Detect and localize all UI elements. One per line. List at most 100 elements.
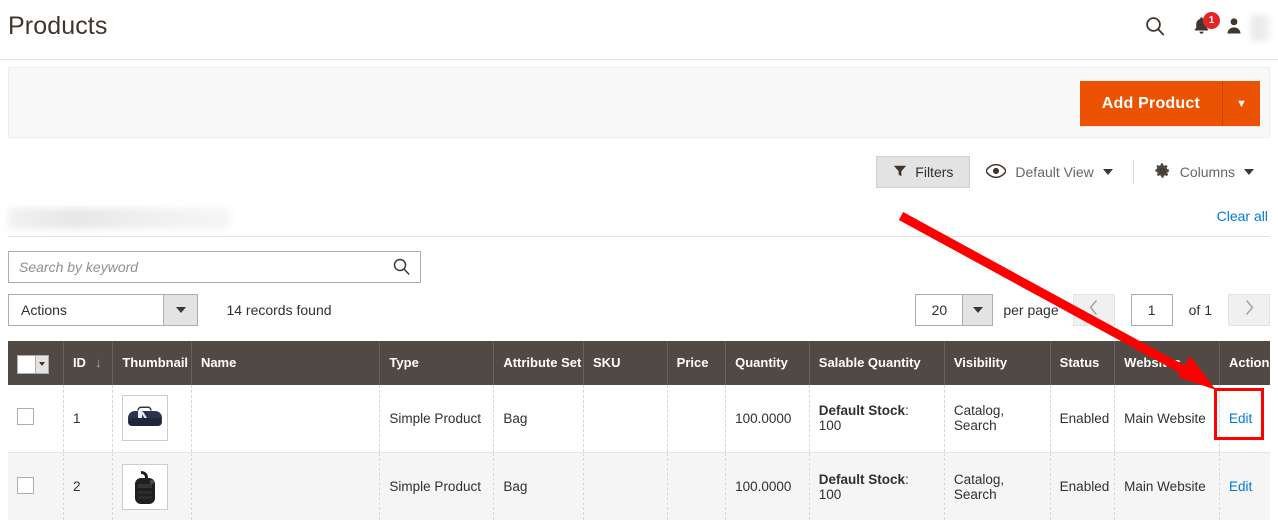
cell-action[interactable]: Edit: [1219, 384, 1270, 453]
notifications-badge: 1: [1203, 12, 1220, 29]
search-submit-button[interactable]: [388, 256, 414, 280]
sort-descending-icon: ↓: [94, 355, 102, 371]
page-header: Products 1: [0, 0, 1278, 60]
header-salable-quantity[interactable]: Salable Quantity: [809, 341, 945, 385]
default-view-label: Default View: [1015, 164, 1094, 180]
header-websites[interactable]: Websites: [1114, 341, 1220, 385]
per-page-label: per page: [1003, 302, 1059, 318]
per-page-value: 20: [931, 302, 948, 318]
salable-stock-label: Default Stock: [818, 471, 906, 487]
add-product-button[interactable]: Add Product: [1079, 81, 1222, 126]
total-pages-label: of 1: [1188, 302, 1212, 318]
header-select-all[interactable]: [8, 341, 64, 385]
chevron-down-icon: ▼: [1236, 97, 1247, 110]
cell-type: Simple Product: [379, 452, 495, 520]
header-actions: 1: [1132, 8, 1270, 48]
per-page-select[interactable]: 20: [915, 294, 994, 326]
header-id[interactable]: ID ↓: [63, 341, 114, 385]
per-page-caret: [962, 295, 993, 325]
caret-down-icon: [972, 307, 983, 313]
add-product-split-button: Add Product ▼: [1079, 81, 1260, 126]
cell-websites: Main Website: [1114, 452, 1220, 520]
products-data-grid: ID ↓ Thumbnail Name Type Attribute Set SK…: [8, 341, 1270, 520]
cell-status: Enabled: [1050, 452, 1116, 520]
table-row[interactable]: 1 Simple Product Bag 100.0000 Default St…: [8, 384, 1270, 453]
header-thumbnail[interactable]: Thumbnail: [112, 341, 192, 385]
header-status[interactable]: Status: [1050, 341, 1116, 385]
chevron-left-icon: [1089, 300, 1098, 320]
select-all-dropdown[interactable]: [17, 354, 49, 374]
funnel-icon: [893, 164, 907, 181]
cell-visibility: Catalog, Search: [944, 384, 1051, 453]
edit-link[interactable]: Edit: [1229, 411, 1252, 426]
row-select-cell[interactable]: [8, 384, 64, 453]
header-attribute-set[interactable]: Attribute Set: [493, 341, 585, 385]
columns-label: Columns: [1179, 164, 1235, 180]
add-product-dropdown-toggle[interactable]: ▼: [1222, 81, 1260, 126]
cell-price: [667, 452, 727, 520]
header-sku[interactable]: SKU: [583, 341, 668, 385]
row-select-cell[interactable]: [8, 452, 64, 520]
cell-price: [667, 384, 727, 453]
current-page-input[interactable]: [1130, 294, 1173, 326]
filters-label: Filters: [915, 164, 954, 180]
active-filters-row: Clear all: [8, 201, 1270, 237]
eye-icon: [985, 163, 1008, 181]
search-icon: [391, 256, 412, 280]
search-icon: [1143, 14, 1167, 43]
previous-page-button[interactable]: [1072, 294, 1115, 326]
header-id-label: ID: [72, 355, 86, 371]
mass-actions-select[interactable]: Actions: [8, 294, 198, 326]
header-name[interactable]: Name: [191, 341, 381, 385]
mass-actions-caret: [163, 295, 197, 325]
cell-salable-quantity: Default Stock: 100: [809, 452, 945, 520]
cell-name: [191, 384, 381, 453]
cell-attribute-set: Bag: [493, 452, 585, 520]
toolbar-divider: [1132, 160, 1134, 184]
header-type[interactable]: Type: [379, 341, 495, 385]
user-name-redacted: [1250, 15, 1270, 41]
grid-toolbar: Filters Default View Columns: [8, 155, 1270, 201]
table-row[interactable]: 2 Simple Product Bag 100.0000 Default St…: [8, 452, 1270, 520]
search-input[interactable]: [9, 252, 420, 282]
row-checkbox[interactable]: [17, 408, 34, 426]
cell-websites: Main Website: [1114, 384, 1220, 453]
global-search-button[interactable]: [1132, 8, 1178, 48]
grid-header-row: ID ↓ Thumbnail Name Type Attribute Set SK…: [8, 341, 1270, 385]
cell-quantity: 100.0000: [725, 384, 810, 453]
row-checkbox[interactable]: [17, 476, 34, 494]
cell-type: Simple Product: [379, 384, 495, 453]
user-menu-button[interactable]: [1224, 8, 1270, 48]
page-title: Products: [8, 12, 108, 40]
next-page-button[interactable]: [1228, 294, 1270, 326]
caret-down-icon: [39, 362, 45, 366]
caret-down-icon: [1244, 169, 1254, 175]
cell-sku: [583, 384, 668, 453]
select-all-caret[interactable]: [35, 355, 48, 373]
grid-toolbar-controls: Filters Default View Columns: [876, 155, 1270, 189]
mass-actions-label: Actions: [21, 302, 67, 318]
header-visibility[interactable]: Visibility: [944, 341, 1051, 385]
cell-salable-quantity: Default Stock: 100: [809, 384, 945, 453]
products-grid-page: Products 1 Add Product ▼ Filters Default…: [0, 0, 1278, 520]
cell-id: 1: [63, 384, 114, 453]
caret-down-icon: [175, 307, 186, 313]
columns-control[interactable]: Columns: [1138, 156, 1270, 188]
clear-all-filters-link[interactable]: Clear all: [1217, 208, 1268, 224]
edit-link[interactable]: Edit: [1229, 479, 1252, 494]
cell-status: Enabled: [1050, 384, 1116, 453]
cell-attribute-set: Bag: [493, 384, 585, 453]
grid-actions-row: Actions 14 records found 20 per page 1 o…: [8, 294, 1270, 330]
active-filter-chip[interactable]: [8, 208, 230, 229]
cell-name: [191, 452, 381, 520]
cell-thumbnail: [112, 384, 192, 453]
cell-action[interactable]: Edit: [1219, 452, 1270, 520]
caret-down-icon: [1102, 169, 1113, 175]
page-actions-bar: Add Product ▼: [8, 67, 1270, 138]
default-view-control[interactable]: Default View: [970, 156, 1128, 188]
filters-button[interactable]: Filters: [876, 156, 971, 188]
header-price[interactable]: Price: [667, 341, 727, 385]
notifications-button[interactable]: 1: [1178, 8, 1224, 48]
cell-visibility: Catalog, Search: [944, 452, 1051, 520]
header-quantity[interactable]: Quantity: [725, 341, 810, 385]
